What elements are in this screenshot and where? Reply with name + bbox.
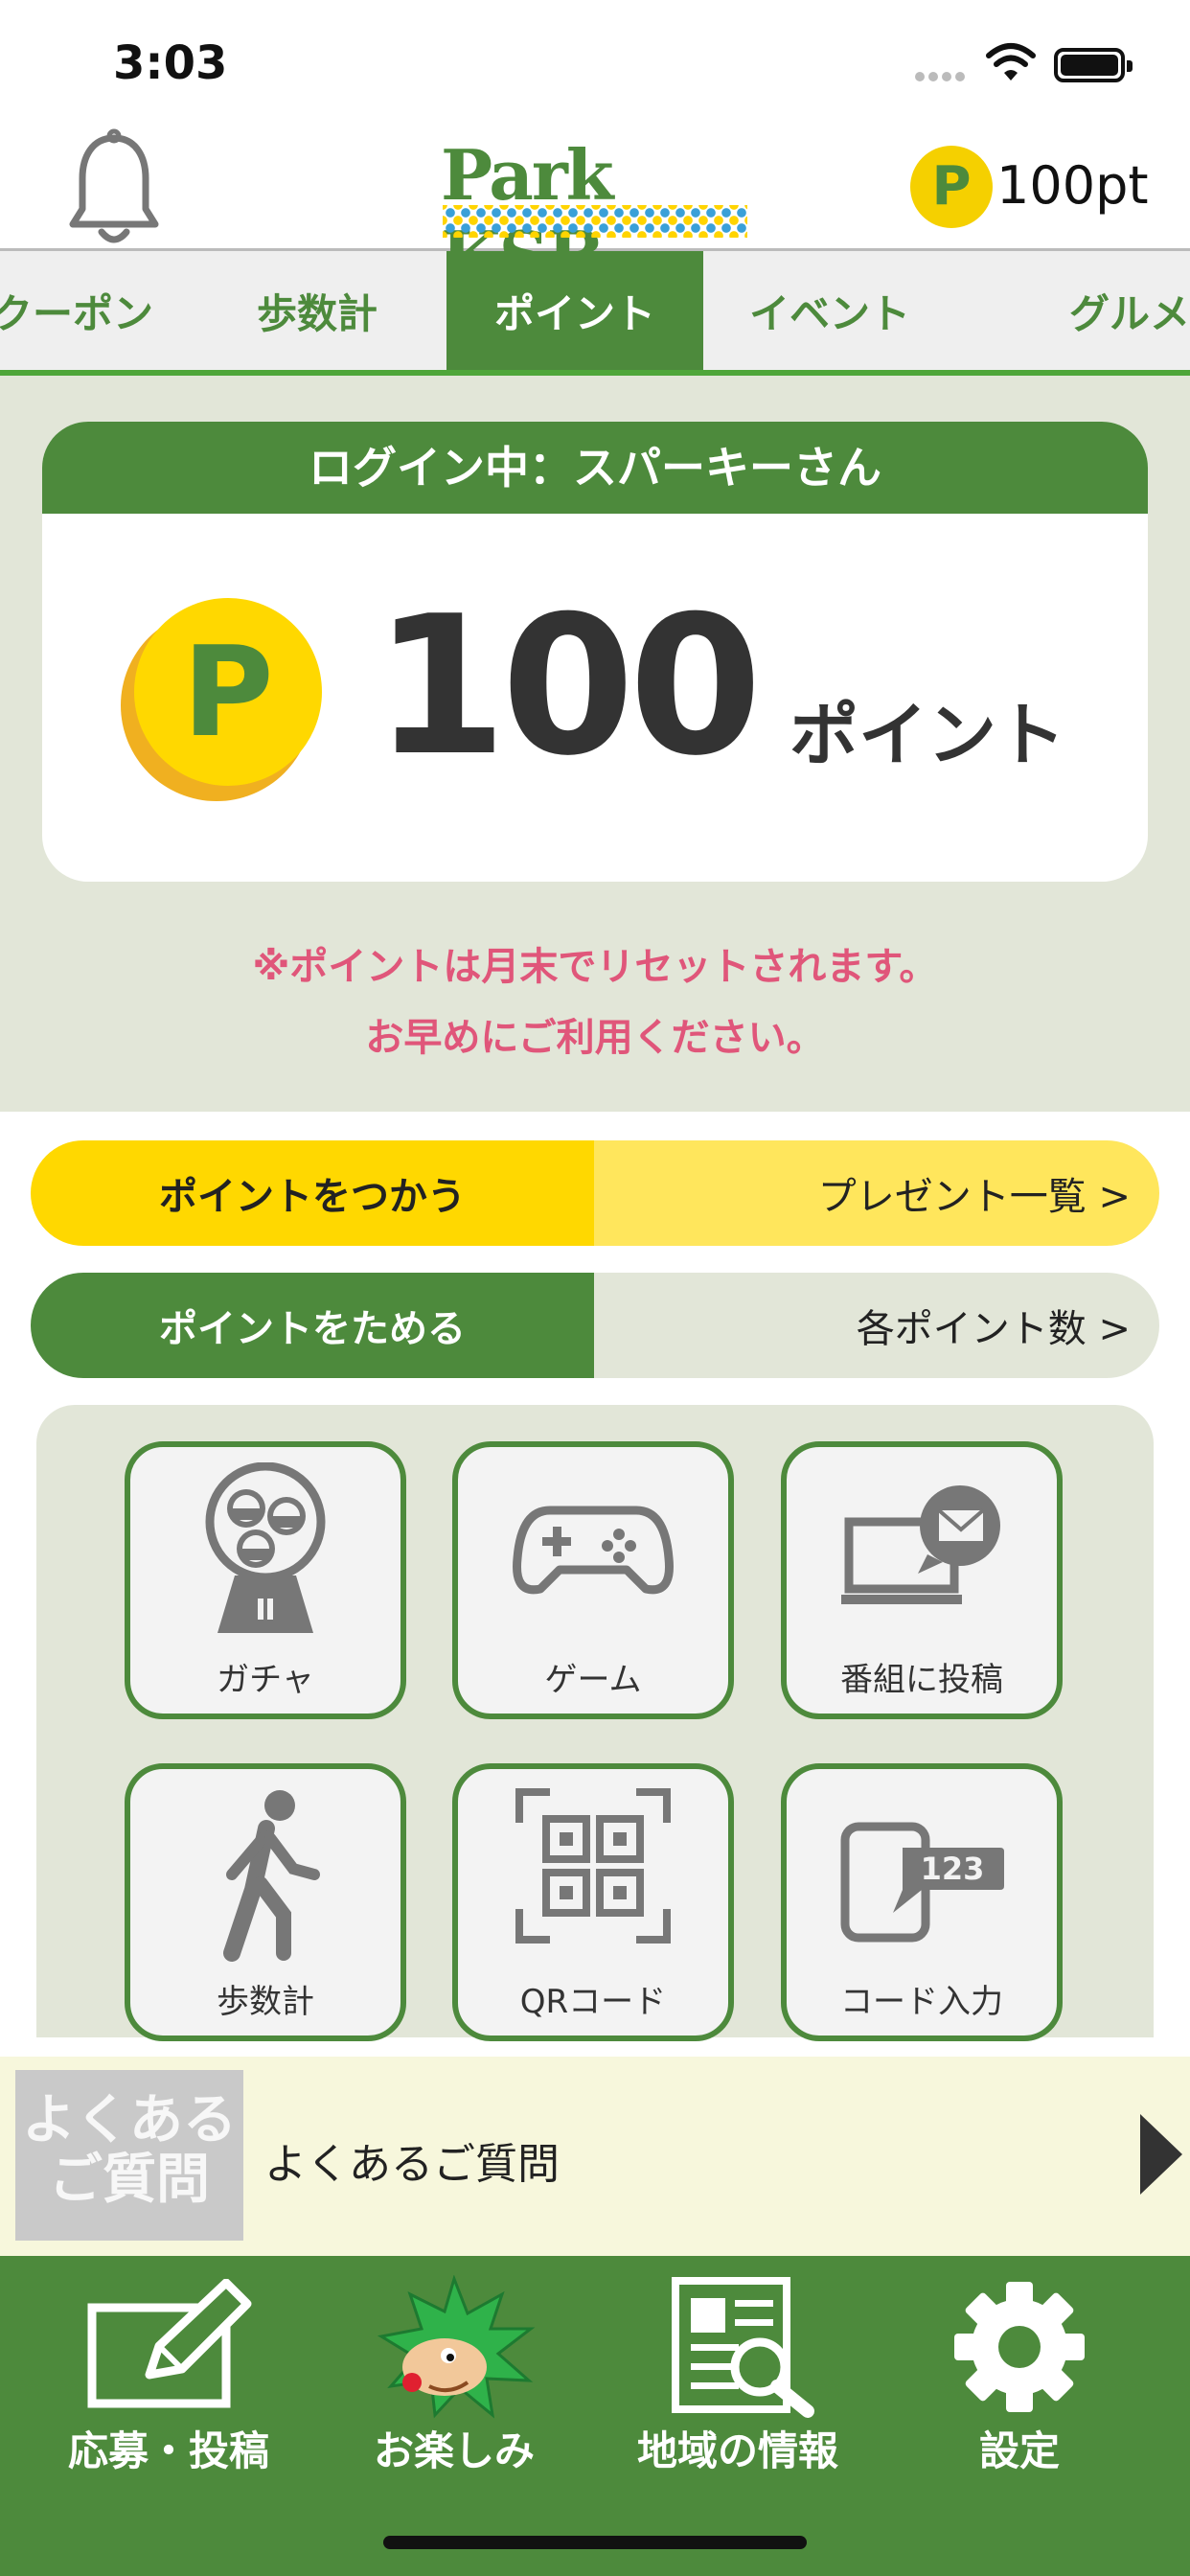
code-number-text: 123 — [921, 1851, 985, 1887]
status-time: 3:03 — [113, 36, 228, 90]
tile-qr-code[interactable]: QRコード — [452, 1763, 734, 2041]
wifi-icon — [986, 43, 1036, 80]
qr-code-icon — [515, 1788, 671, 1944]
gear-icon — [954, 2282, 1085, 2412]
point-coin-icon[interactable]: P — [910, 146, 993, 228]
tab-points[interactable]: ポイント — [446, 251, 703, 370]
tile-pedometer[interactable]: 歩数計 — [125, 1763, 406, 2041]
nav-label: 地域の情報 — [636, 2427, 838, 2474]
newspaper-search-icon — [672, 2277, 814, 2418]
chevron-right-icon[interactable] — [1140, 2114, 1182, 2195]
nav-apply-post[interactable]: 応募・投稿 — [44, 2256, 293, 2505]
notice-line-1: ※ポイントは月末でリセットされます。 — [252, 945, 938, 989]
save-points-bar: ポイントをためる 各ポイント数 > — [31, 1273, 1159, 1378]
tab-event[interactable]: イベント — [703, 251, 956, 370]
present-list-link[interactable]: プレゼント一覧 > — [594, 1140, 1159, 1246]
nav-local-info[interactable]: 地域の情報 — [613, 2256, 862, 2505]
tab-coupon[interactable]: クーポン — [0, 251, 188, 370]
login-status: ログイン中：スパーキーさん — [42, 422, 1148, 514]
faq-badge-line-2: ご質問 — [49, 2149, 210, 2211]
tile-post-to-program[interactable]: 番組に投稿 — [781, 1441, 1063, 1719]
gacha-icon — [205, 1462, 326, 1633]
points-unit: ポイント — [790, 695, 1066, 775]
points-value: 100 — [374, 575, 762, 798]
tile-label: 番組に投稿 — [840, 1661, 1003, 1699]
edit-icon — [87, 2279, 252, 2408]
code-input-icon: 123 — [840, 1822, 1004, 1943]
points-card: ログイン中：スパーキーさん P 100 ポイント — [42, 422, 1148, 882]
notice-line-2: お早めにご利用ください。 — [365, 1016, 825, 1060]
header-points-balance[interactable]: 100pt — [996, 155, 1149, 216]
tv-mail-icon — [841, 1485, 1000, 1604]
category-tabs: クーポン 歩数計 ポイント イベント グルメ — [0, 251, 1190, 376]
tile-gacha[interactable]: ガチャ — [125, 1441, 406, 1719]
mascot-icon — [377, 2275, 536, 2419]
faq-badge: よくある ご質問 — [15, 2070, 243, 2241]
tab-gourmet[interactable]: グルメ — [956, 251, 1190, 370]
save-points-label[interactable]: ポイントをためる — [31, 1273, 594, 1378]
logo-pattern — [443, 205, 747, 238]
walker-icon — [223, 1790, 320, 1962]
gamepad-icon — [513, 1506, 674, 1595]
tile-label: QRコード — [519, 1983, 667, 2021]
use-points-label[interactable]: ポイントをつかう — [31, 1140, 594, 1246]
battery-icon — [1054, 48, 1133, 82]
point-counts-link[interactable]: 各ポイント数 > — [594, 1273, 1159, 1378]
point-coin-icon: P — [134, 598, 322, 786]
tile-code-input[interactable]: 123 コード入力 — [781, 1763, 1063, 2041]
tile-label: 歩数計 — [217, 1983, 314, 2021]
tile-label: ゲーム — [544, 1661, 642, 1699]
home-indicator[interactable] — [383, 2536, 807, 2549]
notification-bell-icon[interactable] — [65, 128, 163, 249]
tile-game[interactable]: ゲーム — [452, 1441, 734, 1719]
nav-label: 応募・投稿 — [67, 2427, 269, 2474]
nav-label: 設定 — [978, 2427, 1060, 2474]
tab-pedometer[interactable]: 歩数計 — [188, 251, 446, 370]
nav-settings[interactable]: 設定 — [895, 2256, 1144, 2505]
tile-label: コード入力 — [840, 1983, 1003, 2021]
nav-fun[interactable]: お楽しみ — [330, 2256, 579, 2505]
faq-badge-line-1: よくある — [22, 2089, 237, 2151]
faq-label[interactable]: よくあるご質問 — [264, 2129, 560, 2191]
use-points-bar: ポイントをつかう プレゼント一覧 > — [31, 1140, 1159, 1246]
reset-notice: ※ポイントは月末でリセットされます。 お早めにご利用ください。 — [0, 932, 1190, 1073]
nav-label: お楽しみ — [373, 2427, 535, 2474]
tile-label: ガチャ — [217, 1661, 314, 1699]
cellular-signal-icon — [915, 67, 971, 81]
